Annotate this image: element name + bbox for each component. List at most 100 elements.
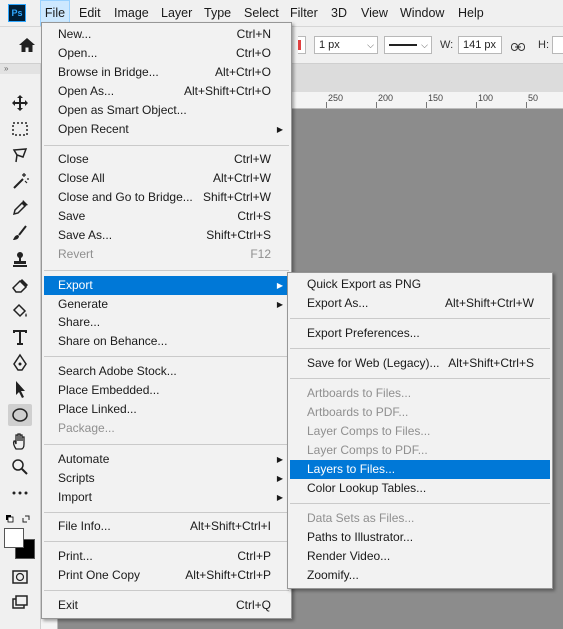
menu-item-export-preferences[interactable]: Export Preferences...	[290, 324, 550, 343]
menu-item-open-smart-object[interactable]: Open as Smart Object...	[44, 101, 289, 120]
menu-item-layers-to-files[interactable]: Layers to Files...	[290, 460, 550, 479]
menu-item-exit[interactable]: Exit Ctrl+Q	[44, 596, 289, 615]
default-colors-icon[interactable]	[5, 514, 35, 528]
ruler-tick	[476, 102, 477, 108]
menu-separator	[290, 318, 550, 319]
brush-icon[interactable]	[8, 222, 32, 244]
menu-separator	[44, 590, 289, 591]
ruler-label: 100	[478, 93, 494, 103]
menu-item-zoomify[interactable]: Zoomify...	[290, 566, 550, 585]
ellipse-icon[interactable]	[8, 404, 32, 426]
paint-bucket-icon[interactable]	[8, 300, 32, 322]
menu-item-color-lookup-tables[interactable]: Color Lookup Tables...	[290, 479, 550, 498]
submenu-arrow-icon: ▶	[276, 300, 283, 309]
tools-panel: »	[0, 64, 41, 629]
zoom-icon[interactable]	[8, 456, 32, 478]
menu-item-generate[interactable]: Generate ▶	[44, 295, 289, 314]
stroke-width-field[interactable]: 1 px ⌵	[314, 36, 378, 54]
ruler-tick	[376, 102, 377, 108]
ruler-tick	[326, 102, 327, 108]
color-swatches[interactable]	[4, 528, 35, 559]
ruler-label: 250	[328, 93, 344, 103]
ruler-label: 50	[528, 93, 539, 103]
path-select-icon[interactable]	[8, 378, 32, 400]
menu-view[interactable]: View	[361, 0, 388, 26]
eraser-icon[interactable]	[8, 274, 32, 296]
stamp-icon[interactable]	[8, 248, 32, 270]
menu-separator	[290, 503, 550, 504]
menu-item-render-video[interactable]: Render Video...	[290, 547, 550, 566]
menu-item-close[interactable]: Close Ctrl+W	[44, 150, 289, 169]
menu-item-paths-to-illustrator[interactable]: Paths to Illustrator...	[290, 528, 550, 547]
menu-item-share[interactable]: Share...	[44, 313, 289, 332]
menu-item-share-behance[interactable]: Share on Behance...	[44, 332, 289, 351]
magic-wand-icon[interactable]	[8, 170, 32, 192]
marquee-icon[interactable]	[8, 118, 32, 140]
menu-item-save-for-web[interactable]: Save for Web (Legacy)... Alt+Shift+Ctrl+S	[290, 354, 550, 373]
menu-item-artboards-to-files: Artboards to Files...	[307, 386, 412, 400]
height-label: H:	[538, 39, 549, 51]
menu-separator	[44, 541, 289, 542]
menu-item-layer-comps-to-pdf: Layer Comps to PDF...	[307, 443, 428, 457]
submenu-arrow-icon: ▶	[276, 281, 283, 290]
menu-item-place-linked[interactable]: Place Linked...	[44, 400, 289, 419]
width-field[interactable]: 141 px	[458, 36, 502, 54]
menu-item-place-embedded[interactable]: Place Embedded...	[44, 381, 289, 400]
chevron-down-icon: ⌵	[367, 40, 374, 50]
pen-icon[interactable]	[8, 352, 32, 374]
quick-mask-icon[interactable]	[8, 566, 32, 588]
menu-item-close-go-bridge[interactable]: Close and Go to Bridge... Shift+Ctrl+W	[44, 188, 289, 207]
menu-help[interactable]: Help	[458, 0, 484, 26]
menu-item-revert: Revert F12	[58, 247, 271, 261]
menu-item-save[interactable]: Save Ctrl+S	[44, 207, 289, 226]
menu-item-search-adobe-stock[interactable]: Search Adobe Stock...	[44, 362, 289, 381]
menu-item-package: Package...	[58, 421, 115, 435]
ruler-label: 150	[428, 93, 444, 103]
chevron-down-icon: ⌵	[421, 40, 428, 50]
foreground-color-swatch[interactable]	[4, 528, 24, 548]
menu-item-print-one-copy[interactable]: Print One Copy Alt+Shift+Ctrl+P	[44, 566, 289, 585]
submenu-arrow-icon: ▶	[276, 493, 283, 502]
move-icon[interactable]	[8, 92, 32, 114]
home-icon[interactable]	[18, 36, 36, 54]
menu-item-export[interactable]: Export ▶	[44, 276, 289, 295]
photoshop-logo: Ps	[8, 4, 26, 22]
menu-item-automate[interactable]: Automate ▶	[44, 450, 289, 469]
menu-item-export-as[interactable]: Export As... Alt+Shift+Ctrl+W	[290, 294, 550, 313]
ruler-label: 200	[378, 93, 394, 103]
menu-window[interactable]: Window	[400, 0, 444, 26]
menu-item-quick-export-png[interactable]: Quick Export as PNG	[290, 275, 550, 294]
menu-item-import[interactable]: Import ▶	[44, 488, 289, 507]
menu-item-file-info[interactable]: File Info... Alt+Shift+Ctrl+I	[44, 517, 289, 536]
menu-separator	[44, 444, 289, 445]
menu-separator	[44, 145, 289, 146]
menu-3d[interactable]: 3D	[331, 0, 347, 26]
panel-collapse-icon[interactable]: »	[0, 64, 40, 74]
menu-item-data-sets-as-files: Data Sets as Files...	[307, 511, 415, 525]
menu-item-new[interactable]: New... Ctrl+N	[44, 25, 289, 44]
screen-mode-icon[interactable]	[8, 592, 32, 614]
submenu-arrow-icon: ▶	[276, 455, 283, 464]
menu-item-scripts[interactable]: Scripts ▶	[44, 469, 289, 488]
type-icon[interactable]	[8, 326, 32, 348]
lasso-icon[interactable]	[8, 144, 32, 166]
eyedropper-icon[interactable]	[8, 196, 32, 218]
link-icon[interactable]	[511, 40, 525, 51]
menu-item-close-all[interactable]: Close All Alt+Ctrl+W	[44, 169, 289, 188]
hand-icon[interactable]	[8, 430, 32, 452]
menu-separator	[44, 512, 289, 513]
menu-item-print[interactable]: Print... Ctrl+P	[44, 547, 289, 566]
menu-item-open-recent[interactable]: Open Recent ▶	[44, 120, 289, 139]
stroke-color-swatch[interactable]	[298, 36, 306, 54]
menu-item-browse-in-bridge[interactable]: Browse in Bridge... Alt+Ctrl+O	[44, 63, 289, 82]
menu-item-open[interactable]: Open... Ctrl+O	[44, 44, 289, 63]
width-label: W:	[440, 39, 454, 51]
stroke-style-dropdown[interactable]: ⌵	[384, 36, 432, 54]
height-field[interactable]	[552, 36, 563, 54]
export-submenu: Quick Export as PNG Export As... Alt+Shif…	[287, 272, 553, 589]
more-tools-icon[interactable]	[8, 482, 32, 504]
menu-filter[interactable]: Filter	[290, 0, 318, 26]
menu-separator	[44, 270, 289, 271]
menu-item-save-as[interactable]: Save As... Shift+Ctrl+S	[44, 226, 289, 245]
menu-item-open-as[interactable]: Open As... Alt+Shift+Ctrl+O	[44, 82, 289, 101]
